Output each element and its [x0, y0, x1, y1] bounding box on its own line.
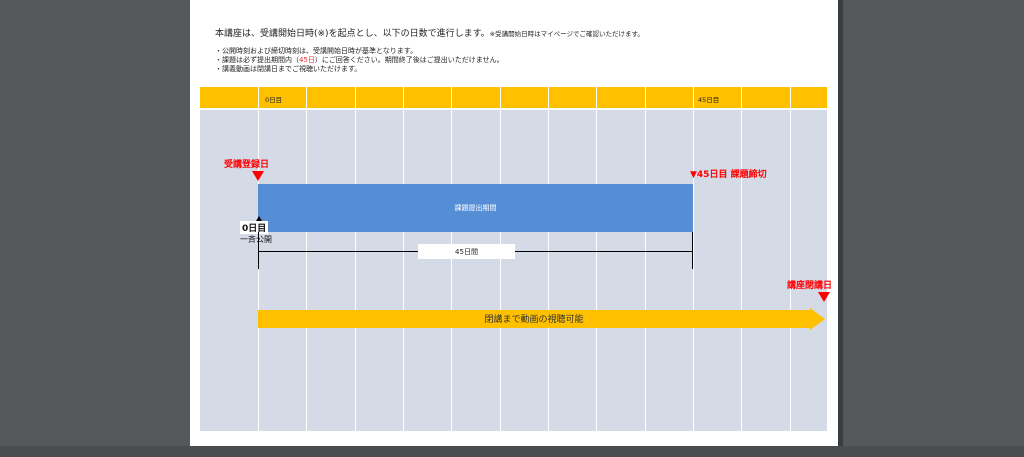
grid-line: [306, 87, 307, 431]
intro-text: 本講座は、受講開始日時(※)を起点とし、以下の日数で進行します。※受講開始日時は…: [215, 26, 644, 39]
timeline-body: [200, 110, 827, 431]
submission-period-label: 課題提出期間: [454, 204, 497, 212]
page-shadow: [838, 0, 843, 446]
deadline-marker-label: ▼45日目 課題締切: [690, 170, 767, 180]
bullet-2-pre: ・課題は必ず提出期間内（: [215, 56, 299, 64]
grid-line: [355, 87, 356, 431]
bullet-2-post: ）にご回答ください。期間終了後はご提出いただけません。: [314, 56, 504, 64]
close-marker-triangle: [818, 292, 830, 302]
day0-label: 0日目: [240, 221, 269, 234]
video-access-label: 閉講まで動画の視聴可能: [484, 314, 584, 325]
grid-line: [790, 87, 791, 431]
start-marker-label: 受講登録日: [224, 160, 270, 170]
viewer-background-strip: [0, 446, 1024, 457]
submission-period-bar: 課題提出期間: [258, 184, 693, 232]
start-marker-triangle: [252, 171, 264, 181]
bullet-3: ・講義動画は閉講日までご視聴いただけます。: [215, 65, 362, 73]
timeline-header: [200, 87, 827, 108]
header-label-end: 45日目: [698, 96, 720, 104]
day0-release-label: 一斉公開: [240, 235, 272, 244]
span-label: 45日間: [418, 244, 515, 259]
grid-line: [548, 87, 549, 431]
grid-line: [596, 87, 597, 431]
grid-line: [403, 87, 404, 431]
grid-line: [741, 87, 742, 431]
grid-line: [451, 87, 452, 431]
header-label-start: 0日目: [265, 96, 283, 104]
grid-line: [500, 87, 501, 431]
grid-line: [693, 87, 694, 431]
grid-line: [645, 87, 646, 431]
document-page: 本講座は、受講開始日時(※)を起点とし、以下の日数で進行します。※受講開始日時は…: [190, 0, 840, 446]
timeline-diagram: 0日目 45日目 受講登録日 ▼45日目 課題締切 講座閉講日 課題提出期間 0…: [200, 87, 832, 431]
bullet-2-days: 45日: [299, 56, 315, 64]
close-marker-label: 講座閉講日: [787, 281, 833, 291]
intro-note: ※受講開始日時はマイページでご確認いただけます。: [489, 30, 644, 38]
intro-main: 本講座は、受講開始日時(※)を起点とし、以下の日数で進行します。: [215, 29, 490, 39]
